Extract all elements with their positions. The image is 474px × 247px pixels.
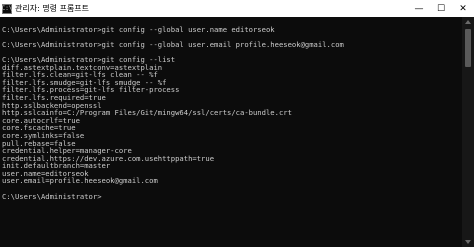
terminal-line: user.email=profile.heeseok@gmail.com bbox=[2, 176, 158, 186]
terminal-line: C:\Users\Administrator>git config --glob… bbox=[2, 24, 275, 34]
vertical-scrollbar[interactable] bbox=[462, 17, 474, 247]
scroll-up-arrow-icon[interactable] bbox=[465, 20, 471, 24]
terminal-line: C:\Users\Administrator>git config --glob… bbox=[2, 39, 344, 49]
window-controls: — ☐ ✕ bbox=[408, 0, 474, 17]
close-button[interactable]: ✕ bbox=[452, 0, 474, 17]
cmd-icon-glyph: C:\ bbox=[1, 4, 13, 12]
maximize-button[interactable]: ☐ bbox=[430, 0, 452, 17]
minimize-button[interactable]: — bbox=[408, 0, 430, 17]
window-title: 관리자: 명령 프롬프트 bbox=[15, 4, 90, 13]
terminal-output[interactable]: C:\Users\Administrator>git config --glob… bbox=[0, 17, 462, 247]
scroll-down-arrow-icon[interactable] bbox=[465, 240, 471, 244]
terminal-line: C:\Users\Administrator> bbox=[2, 191, 102, 201]
scrollbar-thumb[interactable] bbox=[465, 29, 471, 67]
command-prompt-window: C:\ 관리자: 명령 프롬프트 — ☐ ✕ C:\Users\Administ… bbox=[0, 0, 474, 247]
cmd-app-icon[interactable]: C:\ bbox=[1, 3, 13, 14]
title-bar[interactable]: C:\ 관리자: 명령 프롬프트 — ☐ ✕ bbox=[0, 0, 474, 17]
